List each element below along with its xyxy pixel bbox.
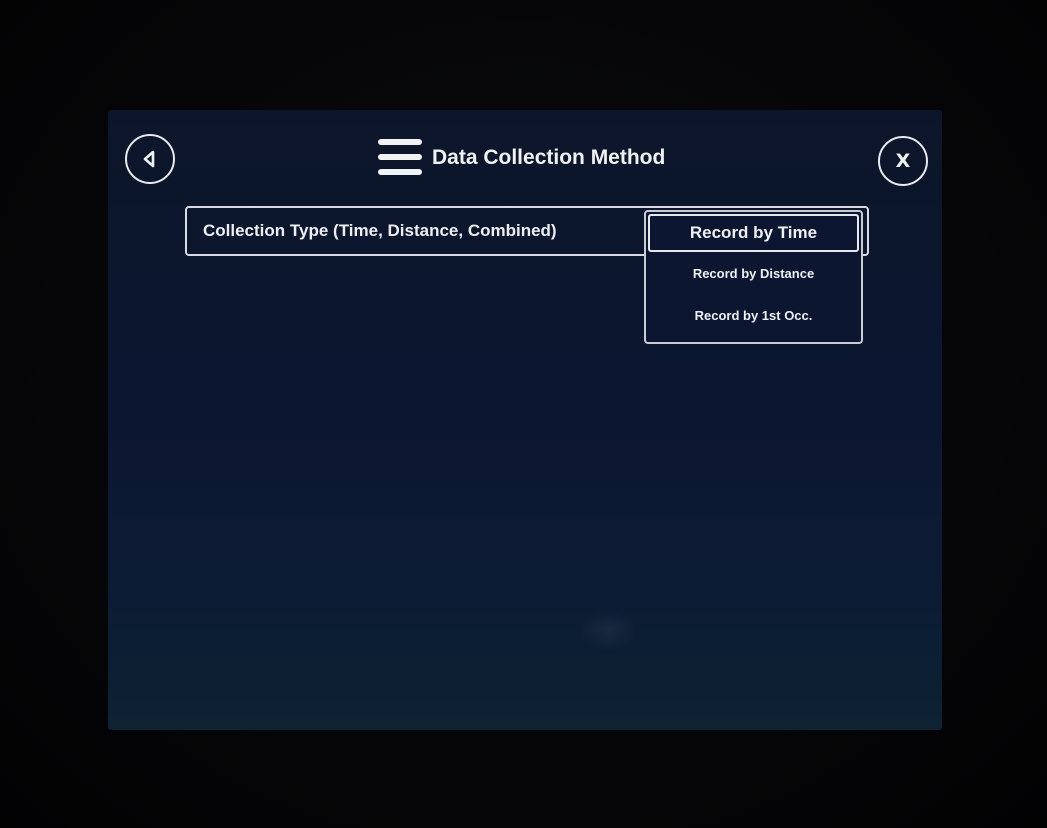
option-record-by-time[interactable]: Record by Time bbox=[648, 214, 859, 252]
back-button[interactable] bbox=[125, 134, 175, 184]
header: Data Collection Method bbox=[378, 138, 665, 178]
back-arrow-icon bbox=[143, 150, 155, 168]
hamburger-menu-icon[interactable] bbox=[378, 139, 422, 177]
page-title: Data Collection Method bbox=[432, 146, 666, 169]
touchscreen: Data Collection Method X Collection Type… bbox=[108, 110, 942, 730]
collection-type-dropdown[interactable]: Record by Time Record by Distance Record… bbox=[644, 210, 863, 344]
device-photo: Data Collection Method X Collection Type… bbox=[0, 0, 1047, 828]
close-button[interactable]: X bbox=[878, 136, 928, 186]
screen-glare bbox=[578, 610, 638, 650]
option-record-by-distance[interactable]: Record by Distance bbox=[646, 266, 861, 281]
collection-type-label: Collection Type (Time, Distance, Combine… bbox=[203, 221, 557, 240]
close-icon: X bbox=[895, 149, 911, 172]
option-record-by-1st-occ[interactable]: Record by 1st Occ. bbox=[646, 308, 861, 323]
